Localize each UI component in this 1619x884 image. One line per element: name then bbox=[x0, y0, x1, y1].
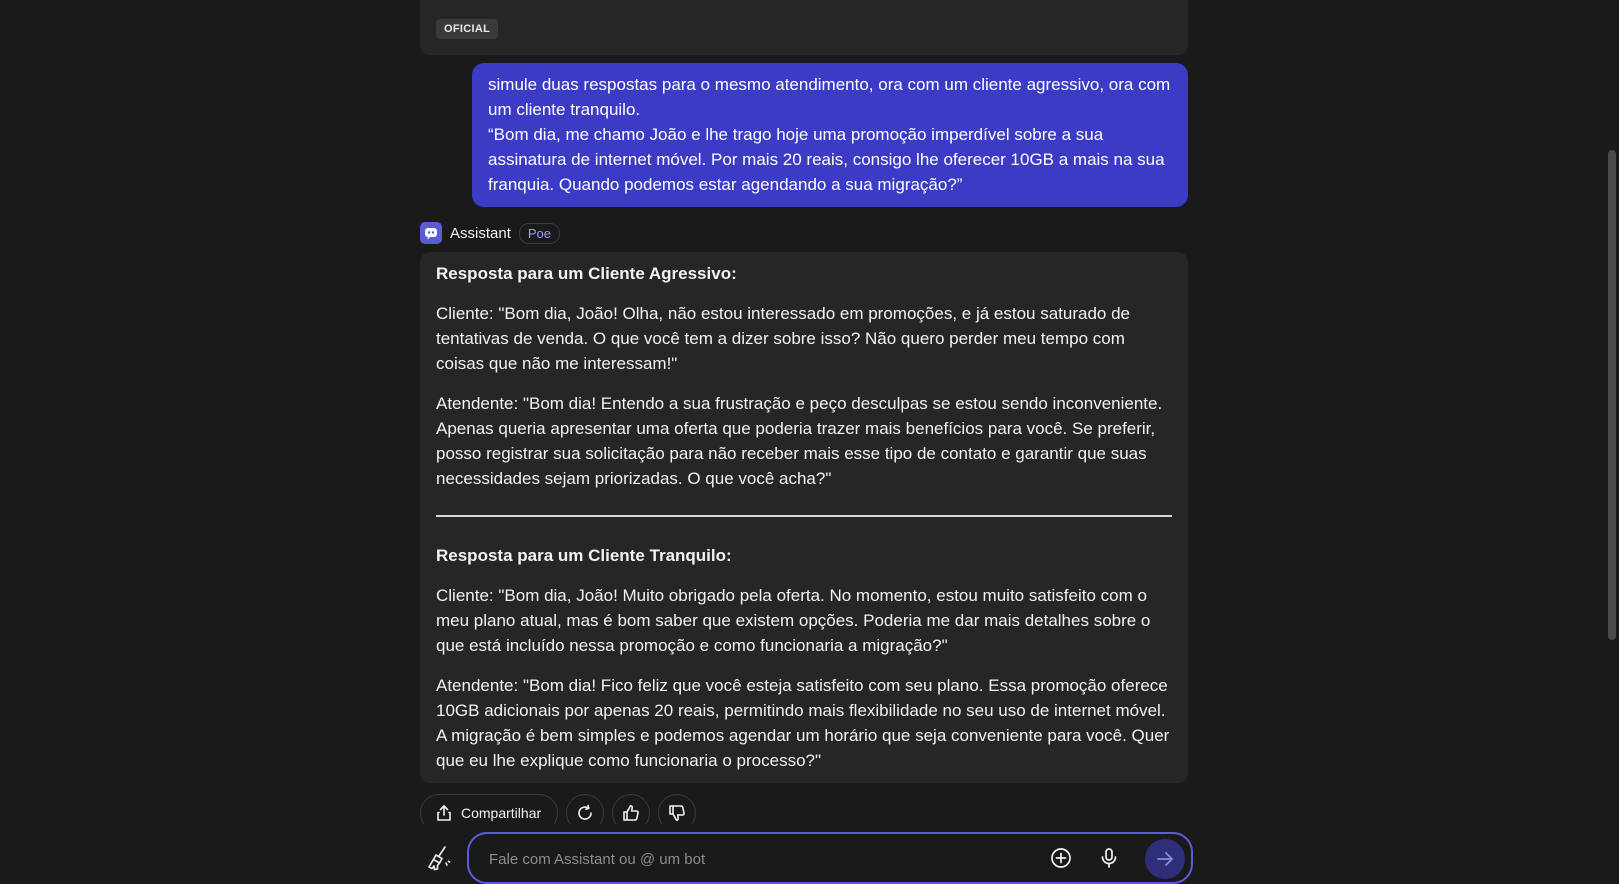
aggressive-agent-text: Atendente: "Bom dia! Entendo a sua frust… bbox=[436, 394, 1163, 488]
share-label: Compartilhar bbox=[461, 805, 542, 821]
refresh-icon bbox=[578, 804, 592, 820]
section-divider bbox=[436, 515, 1172, 517]
official-badge: OFICIAL bbox=[436, 19, 499, 39]
attach-button[interactable] bbox=[1045, 842, 1077, 874]
message-input[interactable] bbox=[487, 846, 1011, 872]
calm-heading: Resposta para um Cliente Tranquilo: bbox=[436, 546, 732, 565]
arrow-right-icon bbox=[1157, 852, 1173, 866]
plus-circle-icon bbox=[1051, 848, 1071, 868]
calm-client-text: Cliente: "Bom dia, João! Muito obrigado … bbox=[436, 586, 1151, 655]
chat-page: OFICIAL simule duas respostas para o mes… bbox=[0, 0, 1619, 884]
calm-agent-text: Atendente: "Bom dia! Fico feliz que você… bbox=[436, 676, 1170, 770]
thumbs-up-icon bbox=[623, 805, 639, 821]
voice-input-button[interactable] bbox=[1093, 842, 1125, 874]
clear-context-button[interactable] bbox=[425, 844, 453, 872]
aggressive-heading: Resposta para um Cliente Agressivo: bbox=[436, 264, 737, 283]
previous-bot-message: OFICIAL bbox=[420, 0, 1188, 55]
message-composer bbox=[467, 832, 1193, 884]
microphone-icon bbox=[1101, 848, 1117, 868]
bot-response-card: Resposta para um Cliente Agressivo: Clie… bbox=[420, 252, 1188, 783]
bot-avatar-icon[interactable] bbox=[420, 222, 442, 244]
bot-name[interactable]: Assistant bbox=[450, 225, 511, 242]
share-icon bbox=[437, 805, 451, 821]
broom-icon bbox=[428, 846, 451, 871]
scrollbar-thumb[interactable] bbox=[1608, 150, 1616, 640]
poe-tag: Poe bbox=[518, 222, 560, 244]
user-message-bubble: simule duas respostas para o mesmo atend… bbox=[472, 63, 1188, 207]
page-scrollbar[interactable] bbox=[1604, 0, 1619, 884]
thumbs-down-icon bbox=[669, 805, 685, 821]
aggressive-client-text: Cliente: "Bom dia, João! Olha, não estou… bbox=[436, 304, 1130, 373]
send-button[interactable] bbox=[1145, 839, 1185, 879]
bot-header: Assistant Poe bbox=[420, 221, 560, 245]
